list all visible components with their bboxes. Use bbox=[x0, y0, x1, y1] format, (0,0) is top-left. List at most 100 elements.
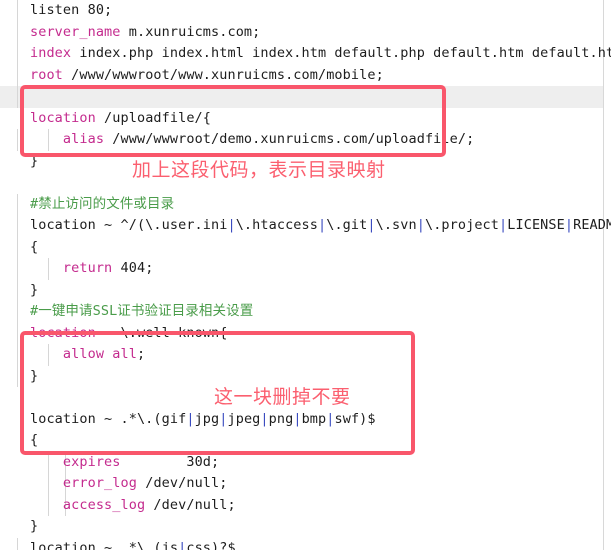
code-line-text: return 404; bbox=[0, 258, 153, 280]
code-token: | bbox=[367, 217, 376, 233]
code-line-text: #一键申请SSL证书验证目录相关设置 bbox=[0, 301, 253, 323]
code-token: m.xunruicms.com; bbox=[120, 23, 261, 40]
code-line[interactable]: location ~ .*\.(js|css)?$ bbox=[0, 537, 603, 550]
code-token: error_log bbox=[62, 475, 137, 491]
code-token: /uploadfile/{ bbox=[95, 109, 212, 126]
code-token: | bbox=[186, 410, 195, 427]
indent-guide bbox=[17, 86, 18, 108]
code-line[interactable]: access_log /dev/null; bbox=[0, 494, 603, 517]
code-line-text: access_log /dev/null; bbox=[0, 495, 236, 517]
code-line-text: } bbox=[0, 151, 38, 173]
code-line-text: } bbox=[0, 516, 38, 538]
code-line[interactable] bbox=[0, 86, 603, 108]
code-line-text: listen 80; bbox=[0, 0, 112, 22]
code-token: server_name bbox=[30, 23, 121, 40]
code-token: location ~ ^/(\.user.ini bbox=[30, 217, 228, 233]
code-token: /dev/null; bbox=[136, 475, 228, 491]
code-token: location ~ .*\.(js bbox=[30, 539, 179, 550]
code-token: \.svn bbox=[375, 217, 417, 233]
code-line-text: server_name m.xunruicms.com; bbox=[0, 22, 260, 44]
code-line-text: root /www/wwwroot/www.xunruicms.com/mobi… bbox=[0, 65, 384, 87]
code-token: \.htaccess bbox=[235, 217, 318, 233]
code-token: jpg bbox=[194, 410, 220, 427]
code-line-text: location ~ .*\.(gif|jpg|jpeg|png|bmp|swf… bbox=[0, 409, 376, 431]
code-token: return bbox=[62, 260, 113, 276]
code-token: listen 80; bbox=[30, 2, 113, 18]
code-line[interactable]: location ~ .*\.(gif|jpg|jpeg|png|bmp|swf… bbox=[0, 409, 603, 431]
code-line-text: alias /www/wwwroot/demo.xunruicms.com/up… bbox=[0, 129, 474, 151]
code-line[interactable]: } bbox=[0, 279, 603, 301]
code-line[interactable]: alias /www/wwwroot/demo.xunruicms.com/up… bbox=[0, 129, 603, 151]
code-token: | bbox=[416, 217, 425, 233]
code-line-text: error_log /dev/null; bbox=[0, 473, 228, 495]
code-line[interactable]: { bbox=[0, 430, 603, 452]
code-line[interactable]: location ~ \.well-known{ bbox=[0, 322, 603, 345]
code-token: README.md) bbox=[573, 217, 611, 233]
code-content-area[interactable]: listen 80; server_name m.xunruicms.com; in… bbox=[0, 0, 611, 550]
code-line-text: { bbox=[0, 430, 38, 452]
code-line[interactable]: location /uploadfile/{ bbox=[0, 108, 603, 130]
code-line[interactable]: root /www/wwwroot/www.xunruicms.com/mobi… bbox=[0, 64, 603, 87]
code-token: LICENSE bbox=[507, 217, 565, 233]
code-line-text: expires 30d; bbox=[0, 452, 219, 474]
code-line[interactable]: server_name m.xunruicms.com; bbox=[0, 21, 603, 44]
code-token: 404; bbox=[112, 260, 154, 276]
code-line[interactable]: } bbox=[0, 516, 603, 538]
code-token: /www/wwwroot/demo.xunruicms.com/uploadfi… bbox=[104, 131, 475, 147]
code-token: location bbox=[30, 109, 96, 126]
editor-right-gutter[interactable] bbox=[604, 0, 611, 550]
code-line[interactable]: listen 80; bbox=[0, 0, 603, 22]
code-line[interactable]: expires 30d; bbox=[0, 451, 603, 474]
code-line[interactable]: error_log /dev/null; bbox=[0, 473, 603, 495]
annotation-note-delete-code: 这一块删掉不要 bbox=[214, 386, 351, 408]
code-line[interactable]: allow all; bbox=[0, 344, 603, 366]
code-token: 30d; bbox=[120, 453, 220, 470]
code-token: \.project bbox=[424, 217, 500, 233]
code-token: index bbox=[30, 45, 72, 61]
code-token: all bbox=[112, 346, 137, 362]
code-editor[interactable]: listen 80; server_name m.xunruicms.com; in… bbox=[0, 0, 611, 550]
code-line-text: location /uploadfile/{ bbox=[0, 108, 211, 130]
code-line[interactable]: #一键申请SSL证书验证目录相关设置 bbox=[0, 301, 603, 323]
code-token: css)?$ bbox=[186, 539, 236, 550]
code-token: \.git bbox=[326, 217, 368, 233]
code-token: alias bbox=[62, 131, 105, 147]
code-line-text: allow all; bbox=[0, 344, 145, 366]
code-token: expires bbox=[62, 453, 121, 470]
code-token: } bbox=[30, 281, 39, 298]
code-token: | bbox=[317, 217, 327, 233]
code-token: /dev/null; bbox=[145, 496, 236, 513]
code-token: #一键申请SSL证书验证目录相关设置 bbox=[30, 303, 254, 319]
code-token: swf)$ bbox=[334, 410, 376, 427]
code-token: #禁止访问的文件或目录 bbox=[30, 195, 175, 212]
code-token: root bbox=[30, 66, 63, 83]
code-token: index.php index.html index.htm default.p… bbox=[71, 45, 611, 61]
code-line[interactable]: return 404; bbox=[0, 258, 603, 280]
code-line-text: } bbox=[0, 366, 38, 388]
code-line[interactable]: index index.php index.html index.htm def… bbox=[0, 43, 611, 65]
code-token: } bbox=[30, 518, 39, 534]
code-token: bmp bbox=[301, 410, 327, 427]
code-line[interactable]: location ~ ^/(\.user.ini|\.htaccess|\.gi… bbox=[0, 215, 611, 237]
code-token: | bbox=[293, 410, 302, 427]
code-token: allow bbox=[62, 346, 105, 362]
code-line[interactable]: #禁止访问的文件或目录 bbox=[0, 193, 603, 216]
code-token: } bbox=[30, 152, 39, 169]
code-token: location ~ .*\.(gif bbox=[30, 410, 187, 427]
code-token: ; bbox=[136, 346, 146, 362]
code-token: { bbox=[30, 432, 39, 448]
code-line-text: { bbox=[0, 237, 38, 259]
annotation-note-add-code: 加上这段代码，表示目录映射 bbox=[132, 159, 386, 181]
code-line-text: index index.php index.html index.htm def… bbox=[0, 43, 611, 65]
code-token: \.well-known{ bbox=[120, 324, 228, 341]
code-line-text: location ~ \.well-known{ bbox=[0, 323, 227, 345]
code-line[interactable]: { bbox=[0, 236, 603, 259]
code-token: png bbox=[268, 410, 294, 427]
code-token: } bbox=[30, 367, 39, 384]
code-line-text: #禁止访问的文件或目录 bbox=[0, 194, 174, 216]
